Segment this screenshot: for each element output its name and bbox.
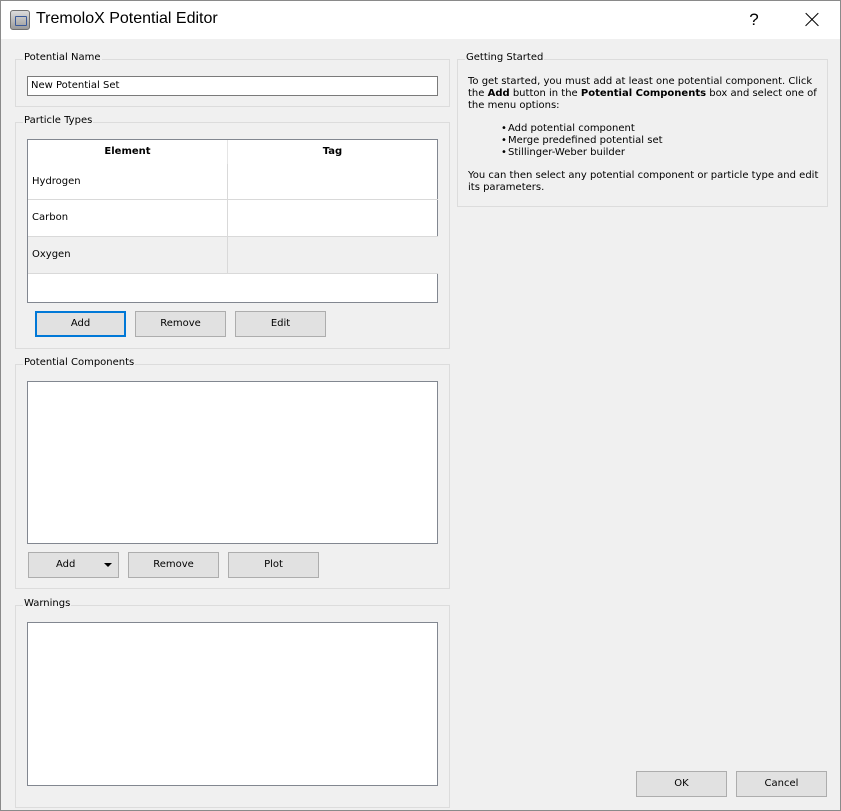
getting-started-outro: You can then select any potential compon… [468,170,819,193]
getting-started-text: To get started, you must add at least on… [468,76,820,194]
intro-text: button in the [509,88,581,99]
close-icon[interactable] [797,5,827,35]
add-particle-type-button[interactable]: Add [35,311,126,337]
window-title: TremoloX Potential Editor [36,10,218,27]
column-header-tag[interactable]: Tag [228,140,437,164]
getting-started-label: Getting Started [465,52,545,63]
column-header-element[interactable]: Element [28,140,228,164]
potential-components-label: Potential Components [23,357,136,368]
table-row[interactable]: Hydrogen [28,164,438,201]
tag-cell [228,200,437,236]
menu-options-list: Add potential component Merge predefined… [501,123,820,159]
plot-component-button[interactable]: Plot [228,552,319,578]
table-row[interactable]: Oxygen [28,236,438,274]
element-cell: Carbon [28,200,228,236]
add-component-label: Add [56,559,76,570]
intro-bold-add: Add [487,88,510,99]
warnings-label: Warnings [23,598,72,609]
list-item: Stillinger-Weber builder [501,147,820,159]
potential-name-input[interactable]: New Potential Set [27,76,438,96]
getting-started-intro: To get started, you must add at least on… [468,76,820,112]
help-button[interactable]: ? [739,5,769,35]
cancel-button[interactable]: Cancel [736,771,827,797]
element-cell: Oxygen [28,237,228,273]
particle-types-table[interactable]: Element Tag Hydrogen Carbon Oxygen [27,139,438,303]
warnings-text-area[interactable] [27,622,438,786]
edit-particle-type-button[interactable]: Edit [235,311,326,337]
tag-cell [228,164,437,200]
particle-types-label: Particle Types [23,115,94,126]
list-item: Add potential component [501,123,820,135]
intro-bold-components: Potential Components [580,88,707,99]
ok-button[interactable]: OK [636,771,727,797]
potential-name-label: Potential Name [23,52,102,63]
table-row[interactable]: Carbon [28,199,438,236]
tag-cell [228,237,437,273]
remove-particle-type-button[interactable]: Remove [135,311,226,337]
add-component-dropdown-button[interactable]: Add [28,552,119,578]
app-icon [10,10,30,30]
potential-components-list[interactable] [27,381,438,544]
list-item: Merge predefined potential set [501,135,820,147]
title-bar[interactable]: TremoloX Potential Editor ? [1,1,840,39]
dropdown-arrow-icon [104,563,112,567]
dialog-window: TremoloX Potential Editor ? Potential Na… [0,0,841,811]
element-cell: Hydrogen [28,164,228,200]
remove-component-button[interactable]: Remove [128,552,219,578]
